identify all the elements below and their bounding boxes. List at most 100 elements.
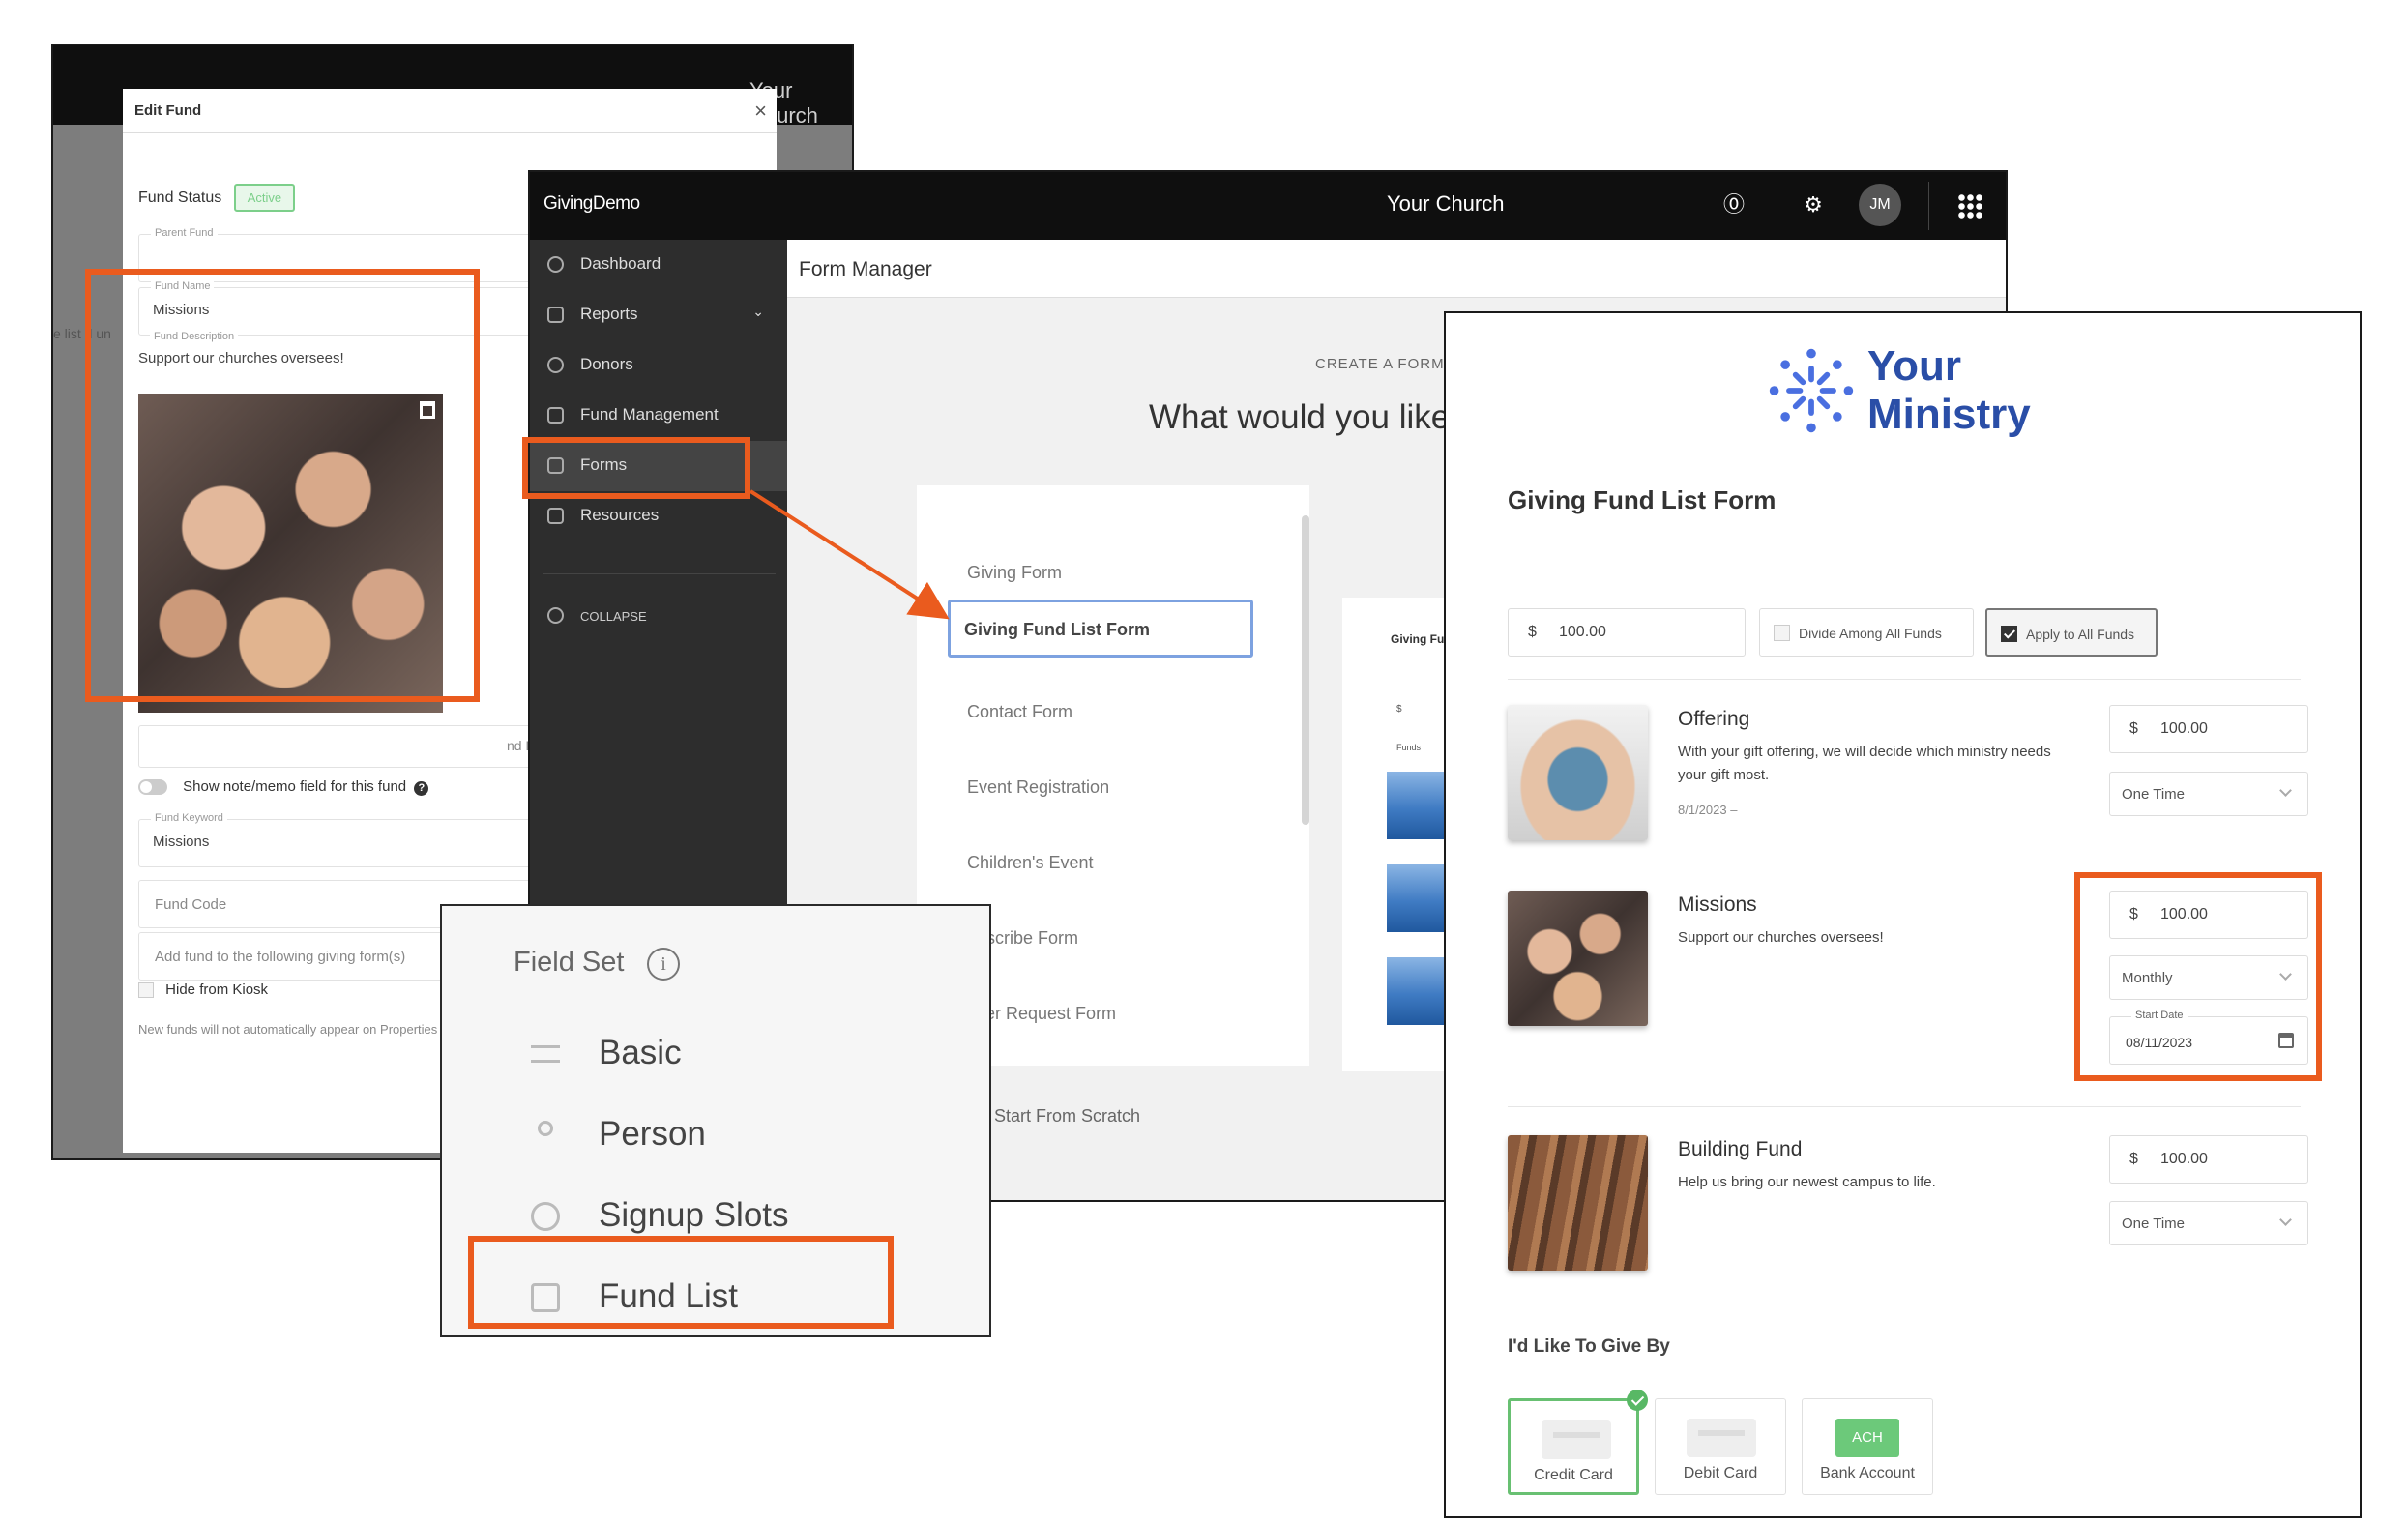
field-set-item-label: Person: [599, 1115, 706, 1153]
form-title: Giving Fund List Form: [1508, 485, 1777, 514]
currency-symbol: $: [2129, 1151, 2138, 1167]
payment-label: Debit Card: [1683, 1465, 1758, 1481]
fund-amount-input[interactable]: $ 100.00: [2109, 891, 2308, 939]
sidebar-item-resources[interactable]: Resources: [530, 491, 787, 541]
background-text-peek: e list d un: [53, 326, 111, 341]
users-icon: [547, 407, 564, 424]
sidebar-item-label: Resources: [580, 506, 660, 524]
show-note-label: Show note/memo field for this fund: [183, 778, 407, 795]
start-date-value: 08/11/2023: [2126, 1035, 2193, 1050]
fund-status-badge[interactable]: Active: [233, 184, 296, 212]
check-icon: [1627, 1390, 1648, 1411]
info-icon[interactable]: i: [647, 948, 680, 981]
field-set-item-basic[interactable]: Basic: [442, 1022, 989, 1080]
fund-frequency-select[interactable]: One Time: [2109, 772, 2308, 816]
help-icon[interactable]: ?: [414, 781, 429, 796]
app-topbar: GivingDemo Your Church ⓪ ⚙ JM: [530, 172, 2006, 240]
fund-image-missions: [1508, 891, 1648, 1026]
fund-box-icon: [531, 1283, 560, 1312]
payment-debit-card[interactable]: Debit Card: [1655, 1398, 1786, 1495]
forms-icon: [547, 457, 564, 474]
collapse-button[interactable]: COLLAPSE: [530, 598, 787, 636]
trash-icon[interactable]: [420, 401, 435, 419]
fund-amount-value: 100.00: [2160, 906, 2208, 922]
lines-icon: [531, 1045, 560, 1063]
payment-label: Bank Account: [1820, 1465, 1915, 1481]
topbar-divider: [1928, 182, 1929, 230]
fund-image-offering: [1508, 705, 1648, 840]
person-icon: [547, 357, 564, 373]
form-list-scrollbar[interactable]: [1302, 515, 1309, 825]
start-date-label: Start Date: [2131, 1010, 2188, 1021]
form-type-childrens-event[interactable]: Children's Event: [967, 853, 1094, 873]
start-from-scratch-button[interactable]: Start From Scratch: [994, 1106, 1140, 1127]
fund-name: Building Fund: [1678, 1138, 1803, 1160]
show-note-toggle[interactable]: [138, 779, 167, 796]
form-type-giving-fund-list-form[interactable]: Giving Fund List Form: [948, 600, 1253, 658]
logo-line-1: Your: [1867, 342, 1961, 390]
fund-keyword-label: Fund Keyword: [151, 812, 227, 824]
divide-among-funds-option[interactable]: Divide Among All Funds: [1759, 608, 1974, 657]
dialog-title: Edit Fund: [134, 102, 202, 119]
sidebar-item-reports[interactable]: Reports ⌄: [530, 290, 787, 340]
payment-credit-card[interactable]: Credit Card: [1508, 1390, 1648, 1495]
show-note-row[interactable]: Show note/memo field for this fund ?: [138, 778, 429, 796]
hide-kiosk-row[interactable]: Hide from Kiosk: [138, 981, 268, 999]
brand-logo[interactable]: GivingDemo: [543, 193, 640, 215]
help-circle-icon[interactable]: ⓪: [1719, 190, 1748, 220]
chevron-down-icon: [2279, 968, 2292, 981]
church-title: Your Church: [1387, 191, 1505, 216]
payment-bank-account[interactable]: ACH Bank Account: [1802, 1398, 1933, 1495]
giving-fund-list-form-preview: Your Ministry Giving Fund List Form $ 10…: [1444, 311, 2362, 1518]
fund-amount-value: 100.00: [2160, 720, 2208, 737]
gear-icon[interactable]: ⚙: [1799, 190, 1828, 220]
fund-image[interactable]: [138, 394, 443, 713]
chevron-down-icon: [2279, 784, 2292, 797]
field-set-item-person[interactable]: Person: [442, 1103, 989, 1161]
preview-funds-label: Funds: [1396, 743, 1422, 752]
close-icon[interactable]: ×: [754, 99, 767, 124]
field-set-item-fund-list[interactable]: Fund List: [442, 1266, 989, 1324]
fund-amount-input[interactable]: $ 100.00: [2109, 705, 2308, 753]
form-type-label: Giving Fund List Form: [964, 620, 1150, 639]
fund-image-building: [1508, 1135, 1648, 1271]
fund-description: Help us bring our newest campus to life.: [1678, 1174, 1936, 1190]
form-type-contact-form[interactable]: Contact Form: [967, 702, 1072, 722]
start-date-field[interactable]: Start Date 08/11/2023: [2109, 1010, 2308, 1065]
apply-to-all-funds-option[interactable]: Apply to All Funds: [1985, 608, 2158, 657]
sidebar-item-dashboard[interactable]: Dashboard: [530, 240, 787, 290]
chevron-down-icon: ⌄: [752, 304, 764, 319]
form-type-giving-form[interactable]: Giving Form: [967, 563, 1062, 583]
sidebar-item-forms[interactable]: Forms: [530, 441, 787, 491]
form-type-event-registration[interactable]: Event Registration: [967, 777, 1109, 798]
clock-icon: [531, 1202, 560, 1231]
parent-fund-label: Parent Fund: [151, 227, 218, 239]
sidebar-item-fund-management[interactable]: Fund Management: [530, 391, 787, 441]
fund-amount-input[interactable]: $ 100.00: [2109, 1135, 2308, 1184]
sidebar-item-label: Fund Management: [580, 405, 719, 424]
apply-checkbox[interactable]: [2001, 626, 2017, 642]
fund-frequency-select[interactable]: One Time: [2109, 1201, 2308, 1245]
fund-name: Offering: [1678, 708, 1750, 730]
ministry-logo-text: Your Ministry: [1867, 342, 2031, 439]
divide-checkbox[interactable]: [1774, 625, 1790, 641]
frequency-value: One Time: [2122, 1215, 2186, 1232]
fund-description-label: Fund Description: [150, 331, 239, 342]
field-set-item-label: Signup Slots: [599, 1196, 789, 1234]
hide-kiosk-checkbox[interactable]: [138, 982, 154, 999]
sidebar-item-label: Donors: [580, 355, 633, 373]
sidebar-item-label: Reports: [580, 305, 638, 323]
amount-value: 100.00: [1559, 624, 1606, 640]
fund-amount-value: 100.00: [2160, 1151, 2208, 1167]
field-set-item-signup-slots[interactable]: Signup Slots: [442, 1185, 989, 1243]
divide-label: Divide Among All Funds: [1799, 626, 1942, 641]
sidebar-item-donors[interactable]: Donors: [530, 340, 787, 391]
fund-frequency-select[interactable]: Monthly: [2109, 955, 2308, 1000]
divider: [1508, 1106, 2301, 1107]
total-amount-input[interactable]: $ 100.00: [1508, 608, 1746, 657]
avatar[interactable]: JM: [1859, 184, 1901, 226]
fund-description-value: Support our churches oversees!: [138, 350, 344, 366]
calendar-icon[interactable]: [2278, 1033, 2294, 1048]
apps-grid-icon[interactable]: [1957, 193, 1982, 219]
ach-icon: ACH: [1835, 1419, 1899, 1457]
